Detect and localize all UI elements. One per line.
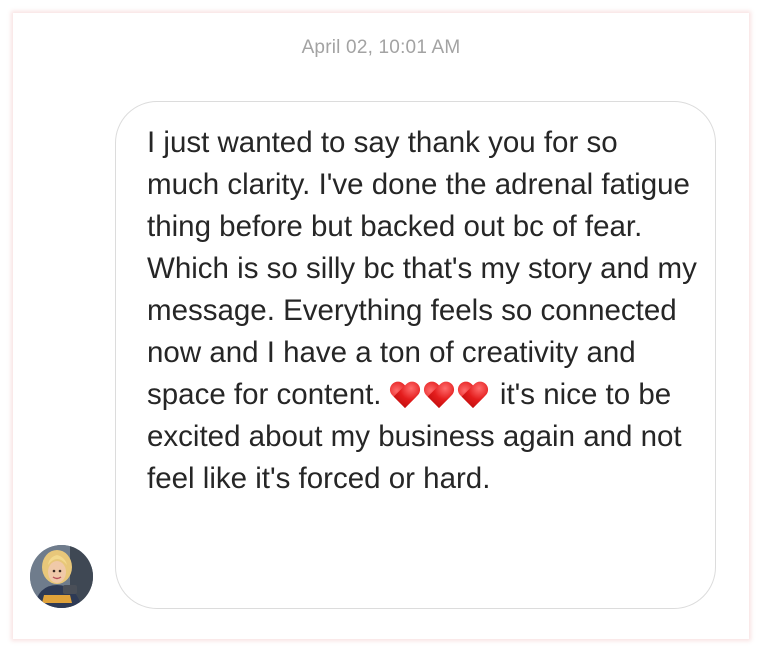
red-heart-icon [424,381,454,409]
message-bubble[interactable]: I just wanted to say thank you for so mu… [115,101,716,609]
message-timestamp: April 02, 10:01 AM [301,37,461,58]
message-text: I just wanted to say thank you for so mu… [147,122,697,500]
red-heart-icon [458,381,488,409]
user-avatar-icon [30,545,93,608]
sender-avatar[interactable] [30,545,93,608]
message-text-part1: I just wanted to say thank you for so mu… [147,126,697,411]
red-heart-icon [390,381,420,409]
heart-emojis [390,378,492,411]
message-card: April 02, 10:01 AM I just wanted to say … [13,13,749,639]
